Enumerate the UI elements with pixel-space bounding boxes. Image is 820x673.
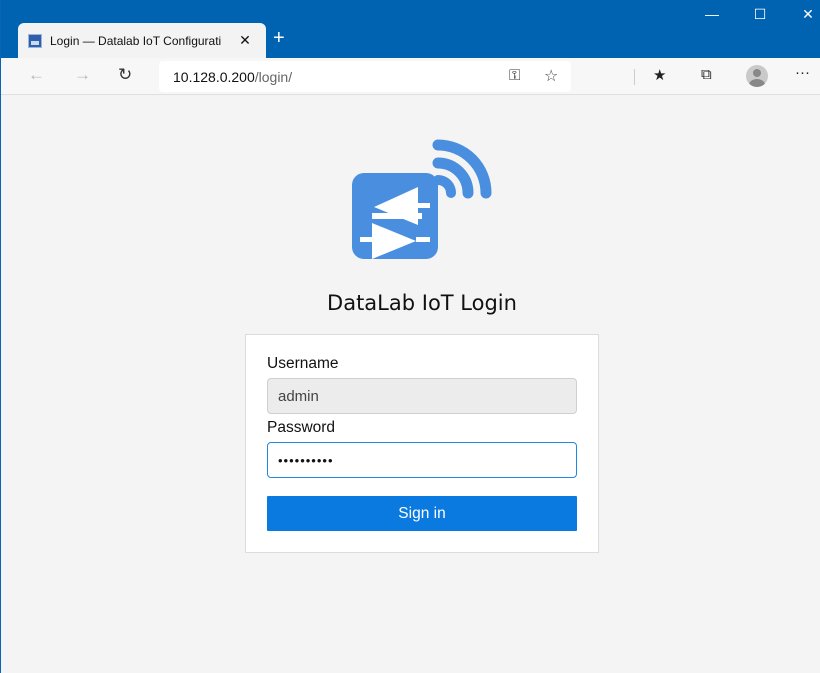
navigation-bar: ← → ↻ 10.128.0.200/login/ ⚿ ☆ ★ ⧉ ··· xyxy=(1,58,820,95)
key-icon[interactable]: ⚿ xyxy=(509,67,520,84)
address-bar[interactable]: 10.128.0.200/login/ ⚿ ☆ xyxy=(159,61,571,92)
url-text: 10.128.0.200/login/ xyxy=(173,69,292,85)
password-label: Password xyxy=(267,419,336,436)
star-icon[interactable]: ☆ xyxy=(544,66,558,86)
username-label: Username xyxy=(267,355,339,372)
collections-icon[interactable]: ⧉ xyxy=(701,66,712,83)
username-value: admin xyxy=(278,387,319,405)
password-field[interactable]: •••••••••• xyxy=(267,442,577,478)
sign-in-button[interactable]: Sign in xyxy=(267,496,577,531)
favicon-icon xyxy=(28,33,42,48)
new-tab-button[interactable]: + xyxy=(273,27,285,50)
forward-icon[interactable]: → xyxy=(74,65,91,85)
browser-tab[interactable]: Login — Datalab IoT Configurati ✕ xyxy=(18,23,266,58)
maximize-icon[interactable]: ☐ xyxy=(745,6,775,23)
favorites-icon[interactable]: ★ xyxy=(653,66,666,84)
back-icon[interactable]: ← xyxy=(28,65,45,85)
refresh-icon[interactable]: ↻ xyxy=(118,65,132,85)
title-bar: Login — Datalab IoT Configurati ✕ + — ☐ … xyxy=(1,0,820,58)
login-form: Username admin Password •••••••••• Sign … xyxy=(245,334,599,553)
tab-title: Login — Datalab IoT Configurati xyxy=(50,33,222,48)
tab-close-icon[interactable]: ✕ xyxy=(236,32,254,49)
url-host: 10.128.0.200 xyxy=(173,69,255,85)
page-content: DataLab IoT Login Username admin Passwor… xyxy=(2,96,820,673)
toolbar-divider xyxy=(634,69,635,85)
page-title: DataLab IoT Login xyxy=(327,291,517,315)
more-icon[interactable]: ··· xyxy=(795,64,810,81)
minimize-icon[interactable]: — xyxy=(697,6,727,22)
password-value: •••••••••• xyxy=(278,452,334,468)
window-close-icon[interactable]: ✕ xyxy=(793,6,820,23)
profile-avatar-icon[interactable] xyxy=(746,65,768,87)
browser-window: Login — Datalab IoT Configurati ✕ + — ☐ … xyxy=(0,0,820,673)
datalab-logo-icon xyxy=(352,139,492,259)
url-path: /login/ xyxy=(254,69,293,85)
username-field[interactable]: admin xyxy=(267,378,577,414)
